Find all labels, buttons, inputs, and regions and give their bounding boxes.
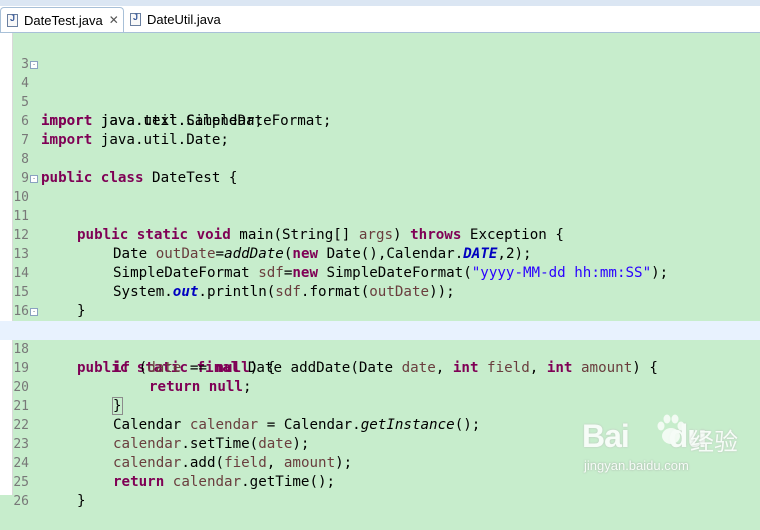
fold-toggle-icon[interactable]: - xyxy=(30,308,38,316)
code-line: 13 SimpleDateFormat sdf=new SimpleDateFo… xyxy=(0,226,760,281)
fold-toggle-icon[interactable]: - xyxy=(30,175,38,183)
code-line: 5 import java.util.Calendar; xyxy=(0,74,760,129)
tab-label: DateUtil.java xyxy=(147,11,221,27)
code-line: 21 Calendar calendar = Calendar.getInsta… xyxy=(0,378,760,433)
fold-toggle-icon[interactable]: - xyxy=(30,61,38,69)
code-line: 11 xyxy=(0,188,760,224)
code-line: 10 - public static void main(String[] ar… xyxy=(0,169,760,243)
code-line: 17 - public static final Date addDate(Da… xyxy=(0,302,760,376)
code-line: 8 public class DateTest { xyxy=(0,131,760,186)
baidu-jingyan-watermark: Bai du 经验 jingyan.baidu.com xyxy=(578,408,758,492)
close-tab-icon[interactable]: ✕ xyxy=(109,13,119,27)
code-line: 12 Date outDate=addDate(new Date(),Calen… xyxy=(0,207,760,262)
java-file-icon xyxy=(7,13,18,27)
watermark-url: jingyan.baidu.com xyxy=(584,458,689,473)
code-line: 19 return null; xyxy=(0,340,760,395)
tab-label: DateTest.java xyxy=(24,12,103,28)
editor-tab-bar: DateTest.java ✕ DateUtil.java xyxy=(0,0,760,33)
watermark-brand: 经验 xyxy=(690,428,738,456)
java-file-icon xyxy=(130,12,141,26)
tab-bar-top-border xyxy=(0,0,760,6)
current-line-highlight: 18 if (date == null) { xyxy=(0,321,760,376)
code-line: 20 } xyxy=(0,359,760,415)
code-line: 7 xyxy=(0,112,760,148)
code-token: } xyxy=(77,493,86,509)
code-line: 9 xyxy=(0,150,760,186)
code-line: 6 import java.util.Date; xyxy=(0,93,760,148)
code-line: 14 System.out.println(sdf.format(outDate… xyxy=(0,245,760,300)
paw-icon xyxy=(657,414,685,444)
code-line: 3 xyxy=(0,36,760,72)
tab-datetest-java[interactable]: DateTest.java ✕ xyxy=(0,7,124,32)
code-line: 15 } xyxy=(0,264,760,319)
code-line: 4 - import java.text.SimpleDateFormat; xyxy=(0,55,760,129)
code-line: 16 xyxy=(0,283,760,319)
tab-dateutil-java[interactable]: DateUtil.java xyxy=(124,7,234,31)
